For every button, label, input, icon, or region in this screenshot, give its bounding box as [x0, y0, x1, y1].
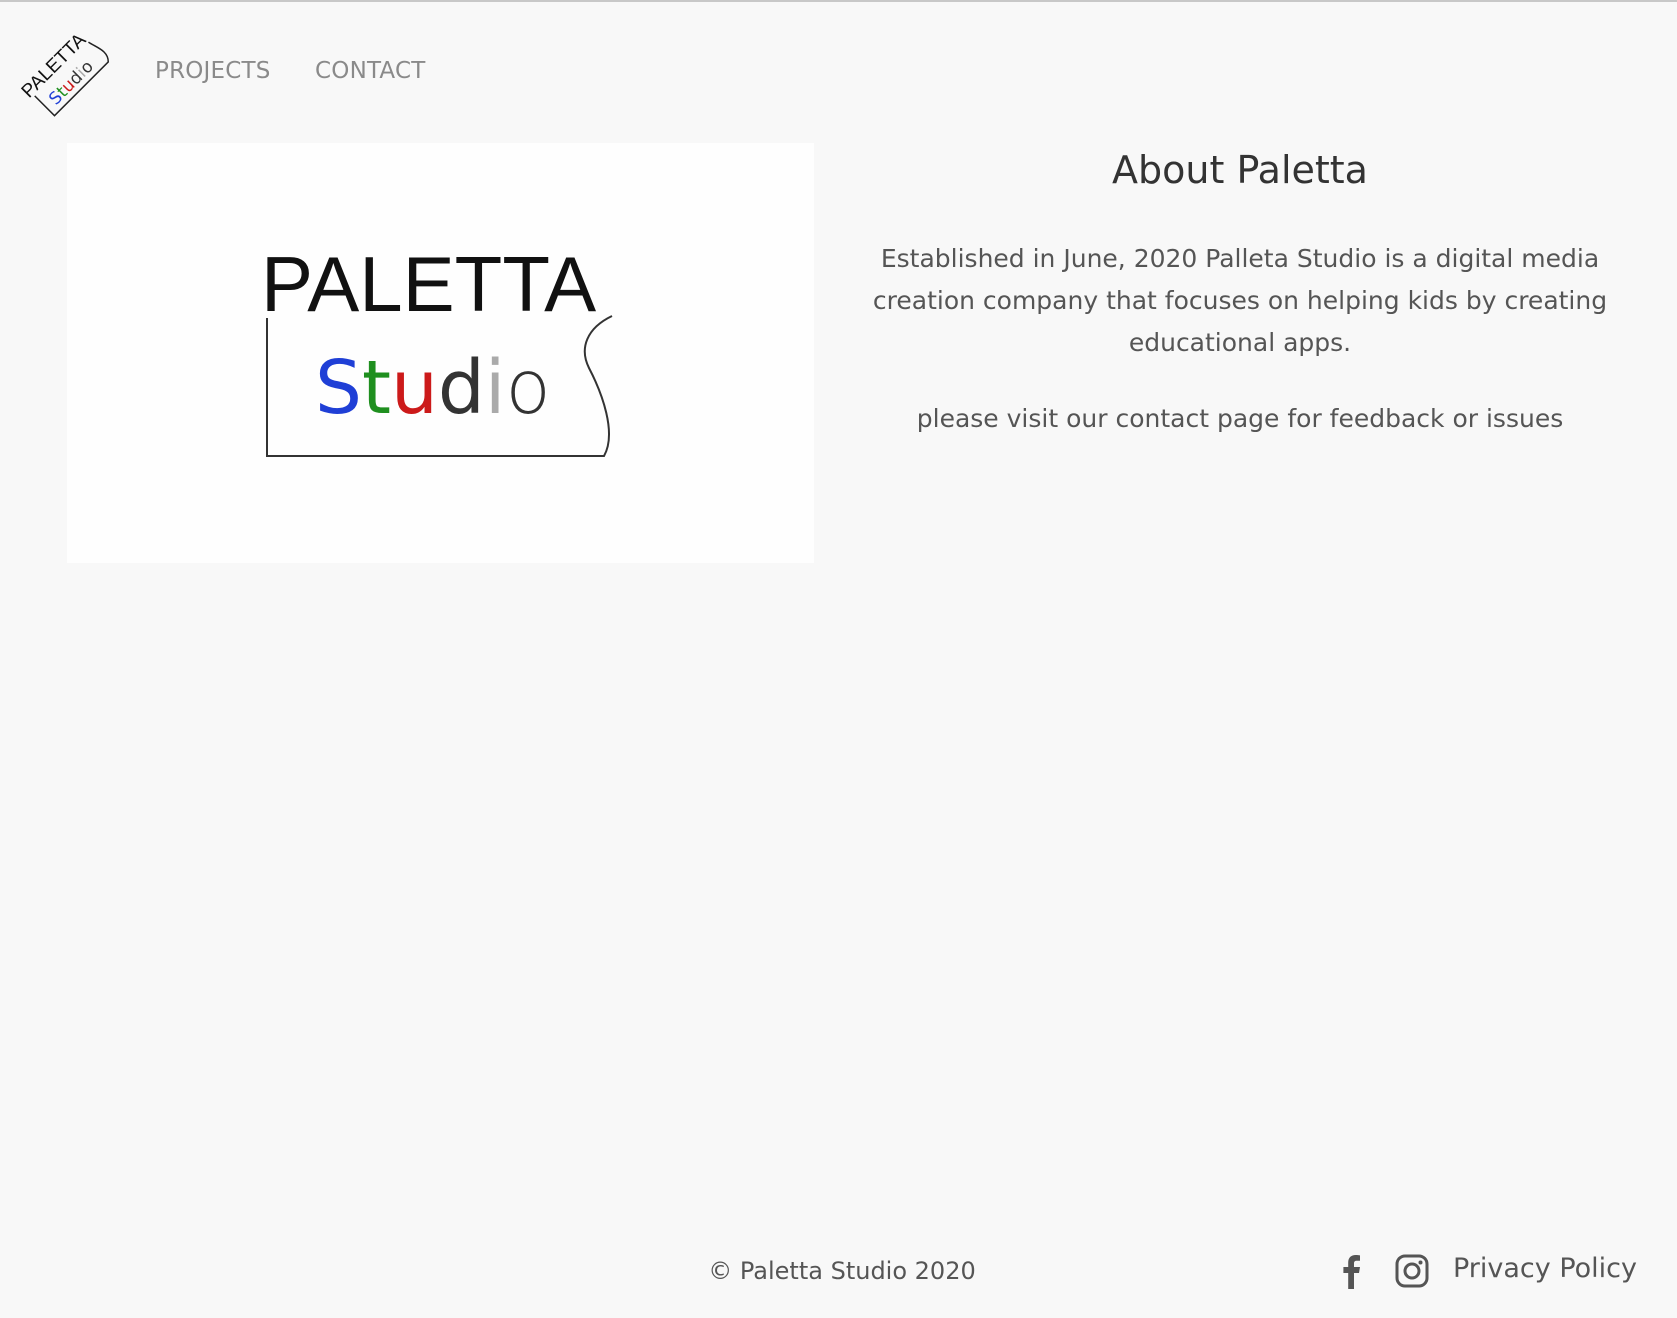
- hero-logo-letter: t: [362, 345, 391, 431]
- about-contact-note: please visit our contact page for feedba…: [916, 404, 1564, 433]
- paletta-logo-icon: PALETTA Studio: [18, 29, 110, 117]
- instagram-link[interactable]: [1394, 1253, 1430, 1289]
- paletta-studio-logo: PALETTA Studio: [67, 143, 814, 563]
- footer-copyright: © Paletta Studio 2020: [708, 1257, 976, 1285]
- hero-logo-letter: u: [391, 345, 438, 431]
- hero-logo-letter: i: [485, 345, 506, 431]
- about-heading: About Paletta: [1112, 148, 1368, 192]
- about-description: Established in June, 2020 Palleta Studio…: [872, 244, 1608, 357]
- top-border: [0, 0, 1677, 2]
- privacy-policy-link[interactable]: Privacy Policy: [1453, 1253, 1637, 1284]
- nav-projects-link[interactable]: PROJECTS: [155, 58, 271, 84]
- hero-logo-image: PALETTA Studio: [67, 143, 814, 563]
- svg-text:Studio: Studio: [315, 345, 551, 431]
- logo-home-link[interactable]: PALETTA Studio: [4, 10, 122, 128]
- nav-contact-link[interactable]: CONTACT: [315, 58, 425, 84]
- facebook-icon: [1343, 1255, 1360, 1289]
- hero-logo-letter: S: [315, 345, 362, 431]
- instagram-icon: [1395, 1254, 1429, 1288]
- hero-logo-title: PALETTA: [261, 240, 596, 328]
- hero-logo-letter: d: [438, 345, 485, 431]
- facebook-link[interactable]: [1337, 1253, 1365, 1289]
- hero-logo-letter: o: [505, 345, 550, 431]
